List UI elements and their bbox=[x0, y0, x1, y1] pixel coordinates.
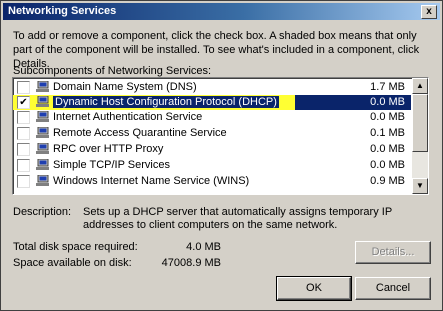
network-computer-icon bbox=[36, 143, 49, 154]
description-text: Sets up a DHCP server that automatically… bbox=[83, 206, 392, 231]
component-name: Dynamic Host Configuration Protocol (DHC… bbox=[53, 96, 279, 108]
component-size: 0.0 MB bbox=[370, 143, 405, 155]
component-checkbox[interactable] bbox=[17, 127, 30, 140]
component-name: Windows Internet Name Service (WINS) bbox=[53, 175, 250, 187]
vertical-scrollbar[interactable]: ▲ ▼ bbox=[412, 78, 428, 194]
description-label: Description: bbox=[13, 206, 72, 218]
total-disk-label: Total disk space required: bbox=[13, 241, 138, 253]
close-button[interactable]: x bbox=[421, 5, 437, 19]
list-item[interactable]: Domain Name System (DNS) 1.7 MB bbox=[15, 80, 411, 95]
component-checkbox[interactable] bbox=[17, 111, 30, 124]
window-title: Networking Services bbox=[8, 5, 117, 17]
cancel-button[interactable]: Cancel bbox=[355, 277, 431, 300]
title-bar[interactable]: Networking Services x bbox=[3, 3, 440, 20]
component-checkbox[interactable]: ✔ bbox=[17, 96, 30, 109]
network-computer-icon bbox=[36, 175, 49, 186]
component-size: 0.0 MB bbox=[370, 96, 405, 108]
list-item[interactable]: Internet Authentication Service 0.0 MB bbox=[15, 110, 411, 125]
component-checkbox[interactable] bbox=[17, 143, 30, 156]
list-item[interactable]: Windows Internet Name Service (WINS) 0.9… bbox=[15, 174, 411, 189]
scroll-down-button[interactable]: ▼ bbox=[412, 178, 428, 194]
available-disk-label: Space available on disk: bbox=[13, 257, 132, 269]
close-icon: x bbox=[426, 6, 432, 17]
component-size: 1.7 MB bbox=[370, 81, 405, 93]
arrow-up-icon: ▲ bbox=[416, 81, 424, 90]
available-disk-value: 47008.9 MB bbox=[161, 257, 221, 269]
details-button[interactable]: Details... bbox=[355, 241, 431, 264]
components-listbox[interactable]: Domain Name System (DNS) 1.7 MB ✔ Dynami… bbox=[12, 77, 429, 195]
networking-services-dialog: Networking Services x To add or remove a… bbox=[0, 0, 443, 311]
arrow-down-icon: ▼ bbox=[416, 181, 424, 190]
network-computer-icon bbox=[36, 159, 49, 170]
component-name: Domain Name System (DNS) bbox=[53, 81, 197, 93]
list-item[interactable]: Remote Access Quarantine Service 0.1 MB bbox=[15, 126, 411, 141]
component-name: RPC over HTTP Proxy bbox=[53, 143, 164, 155]
component-size: 0.9 MB bbox=[370, 175, 405, 187]
ok-button[interactable]: OK bbox=[276, 276, 352, 301]
list-item[interactable]: Simple TCP/IP Services 0.0 MB bbox=[15, 158, 411, 173]
component-checkbox[interactable] bbox=[17, 81, 30, 94]
total-disk-value: 4.0 MB bbox=[186, 241, 221, 253]
list-item[interactable]: RPC over HTTP Proxy 0.0 MB bbox=[15, 142, 411, 157]
scroll-thumb[interactable] bbox=[412, 94, 428, 152]
component-checkbox[interactable] bbox=[17, 159, 30, 172]
subcomponents-label: Subcomponents of Networking Services: bbox=[13, 65, 212, 77]
network-computer-icon bbox=[36, 96, 49, 107]
component-size: 0.0 MB bbox=[370, 111, 405, 123]
network-computer-icon bbox=[36, 111, 49, 122]
component-name: Internet Authentication Service bbox=[53, 111, 203, 123]
network-computer-icon bbox=[36, 127, 49, 138]
scroll-up-button[interactable]: ▲ bbox=[412, 78, 428, 94]
component-checkbox[interactable] bbox=[17, 175, 30, 188]
network-computer-icon bbox=[36, 81, 49, 92]
checkmark-icon: ✔ bbox=[19, 97, 28, 108]
list-item-selected[interactable]: ✔ Dynamic Host Configuration Protocol (D… bbox=[13, 95, 295, 110]
component-size: 0.1 MB bbox=[370, 127, 405, 139]
selected-size-cell: 0.0 MB bbox=[295, 95, 411, 110]
component-name: Simple TCP/IP Services bbox=[53, 159, 170, 171]
component-size: 0.0 MB bbox=[370, 159, 405, 171]
component-name: Remote Access Quarantine Service bbox=[53, 127, 227, 139]
